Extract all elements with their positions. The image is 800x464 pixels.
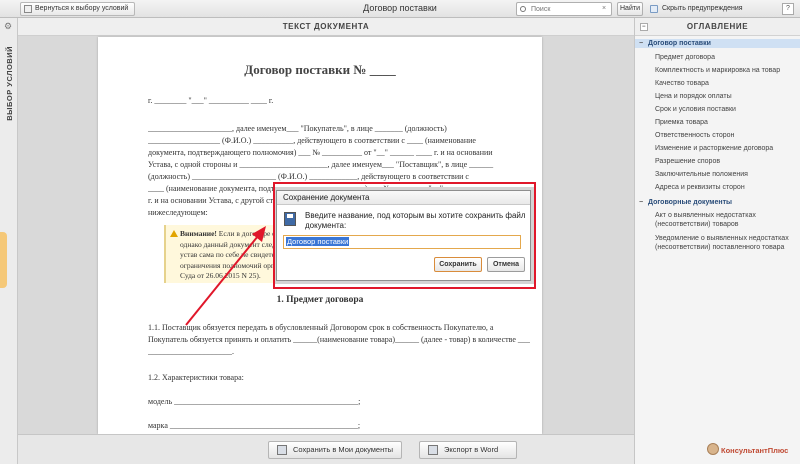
doc-line: Устава, с одной стороны и ______________… — [148, 160, 494, 169]
search-box[interactable]: × — [516, 2, 612, 16]
toc-item[interactable]: Заключительные положения — [635, 170, 800, 179]
toc-group-documents[interactable]: Договорные документы — [635, 198, 800, 207]
toc-item[interactable]: Приемка товара — [635, 118, 800, 127]
top-toolbar: Вернуться к выбору условий Договор поста… — [0, 0, 800, 18]
conditions-side-tab[interactable]: ⚙ ВЫБОР УСЛОВИЙ — [0, 18, 18, 464]
doc-line: (должность) _____________________ (Ф.И.О… — [148, 172, 469, 181]
clear-icon[interactable]: × — [600, 5, 608, 13]
toc-item[interactable]: Изменение и расторжение договора — [635, 144, 800, 153]
toc-item[interactable]: Адреса и реквизиты сторон — [635, 183, 800, 192]
toc-title: ОГЛАВЛЕНИЕ — [686, 22, 749, 31]
collapse-panel-button[interactable]: − — [640, 23, 648, 31]
toc-item[interactable]: Разрешение споров — [635, 157, 800, 166]
bottom-toolbar: Сохранить в Мои документы Экспорт в Word — [18, 434, 634, 464]
highlight-frame — [273, 182, 536, 289]
search-input[interactable] — [517, 3, 589, 15]
find-button[interactable]: Найти — [617, 2, 643, 16]
settings-icon[interactable]: ⚙ — [4, 21, 12, 32]
toc-item[interactable]: Комплектность и маркировка на товар — [635, 66, 800, 75]
hide-warnings-label: Скрыть предупреждения — [662, 5, 743, 12]
side-tab-label: ВЫБОР УСЛОВИЙ — [5, 46, 14, 121]
toc-item[interactable]: Качество товара — [635, 79, 800, 88]
save-icon — [277, 445, 287, 455]
consultant-plus-logo: КонсультантПлюс — [707, 443, 789, 455]
export-to-word-label: Экспорт в Word — [444, 445, 499, 454]
toc-group-contract[interactable]: Договор поставки — [635, 39, 800, 48]
doc-line: г. ________ "___" __________ ____ г. — [148, 96, 274, 105]
toc-item[interactable]: Ответственность сторон — [635, 131, 800, 140]
doc-line: 1.2. Характеристики товара: — [148, 373, 244, 382]
document-panel-header: ТЕКСТ ДОКУМЕНТА — [18, 18, 634, 36]
save-to-my-documents-button[interactable]: Сохранить в Мои документы — [268, 441, 402, 459]
table-of-contents-panel: − ОГЛАВЛЕНИЕ Договор поставки Предмет до… — [634, 18, 800, 464]
hide-warnings-button[interactable]: Скрыть предупреждения — [650, 2, 743, 16]
logo-text: КонсультантПлюс — [721, 446, 789, 455]
doc-line: Покупатель обязуется принять и оплатить … — [148, 335, 530, 344]
doc-line: _____________________, далее именуем___ … — [148, 124, 447, 133]
section-title: 1. Предмет договора — [276, 295, 364, 305]
toc-item[interactable]: Предмет договора — [635, 53, 800, 62]
warning-icon — [170, 230, 178, 237]
search-icon — [520, 6, 526, 12]
doc-line: _____________________. — [148, 347, 234, 356]
toc-item[interactable]: Акт о выявленных недостатках (несоответс… — [635, 211, 800, 229]
logo-avatar-icon — [707, 443, 719, 455]
toc-item[interactable]: Уведомление о выявленных недостатках (не… — [635, 234, 800, 252]
warning-toggle-icon — [650, 5, 658, 13]
doc-line: модель _________________________________… — [148, 397, 361, 406]
doc-line: __________________ (Ф.И.О.) __________, … — [148, 136, 476, 145]
help-button[interactable]: ? — [782, 3, 794, 15]
side-panel-handle[interactable] — [0, 232, 7, 288]
doc-line: марка __________________________________… — [148, 421, 361, 430]
toc-item[interactable]: Срок и условия поставки — [635, 105, 800, 114]
word-icon — [428, 445, 438, 455]
note-title: Внимание! — [180, 229, 217, 238]
doc-line: 1.1. Поставщик обязуется передать в обус… — [148, 323, 494, 332]
export-to-word-button[interactable]: Экспорт в Word — [419, 441, 517, 459]
document-title: Договор поставки № ____ — [244, 62, 396, 77]
save-to-my-documents-label: Сохранить в Мои документы — [293, 445, 394, 454]
doc-line: документа, подтверждающего полномочия) _… — [148, 148, 493, 157]
toc-header: − ОГЛАВЛЕНИЕ — [635, 18, 800, 36]
toc-item[interactable]: Цена и порядок оплаты — [635, 92, 800, 101]
